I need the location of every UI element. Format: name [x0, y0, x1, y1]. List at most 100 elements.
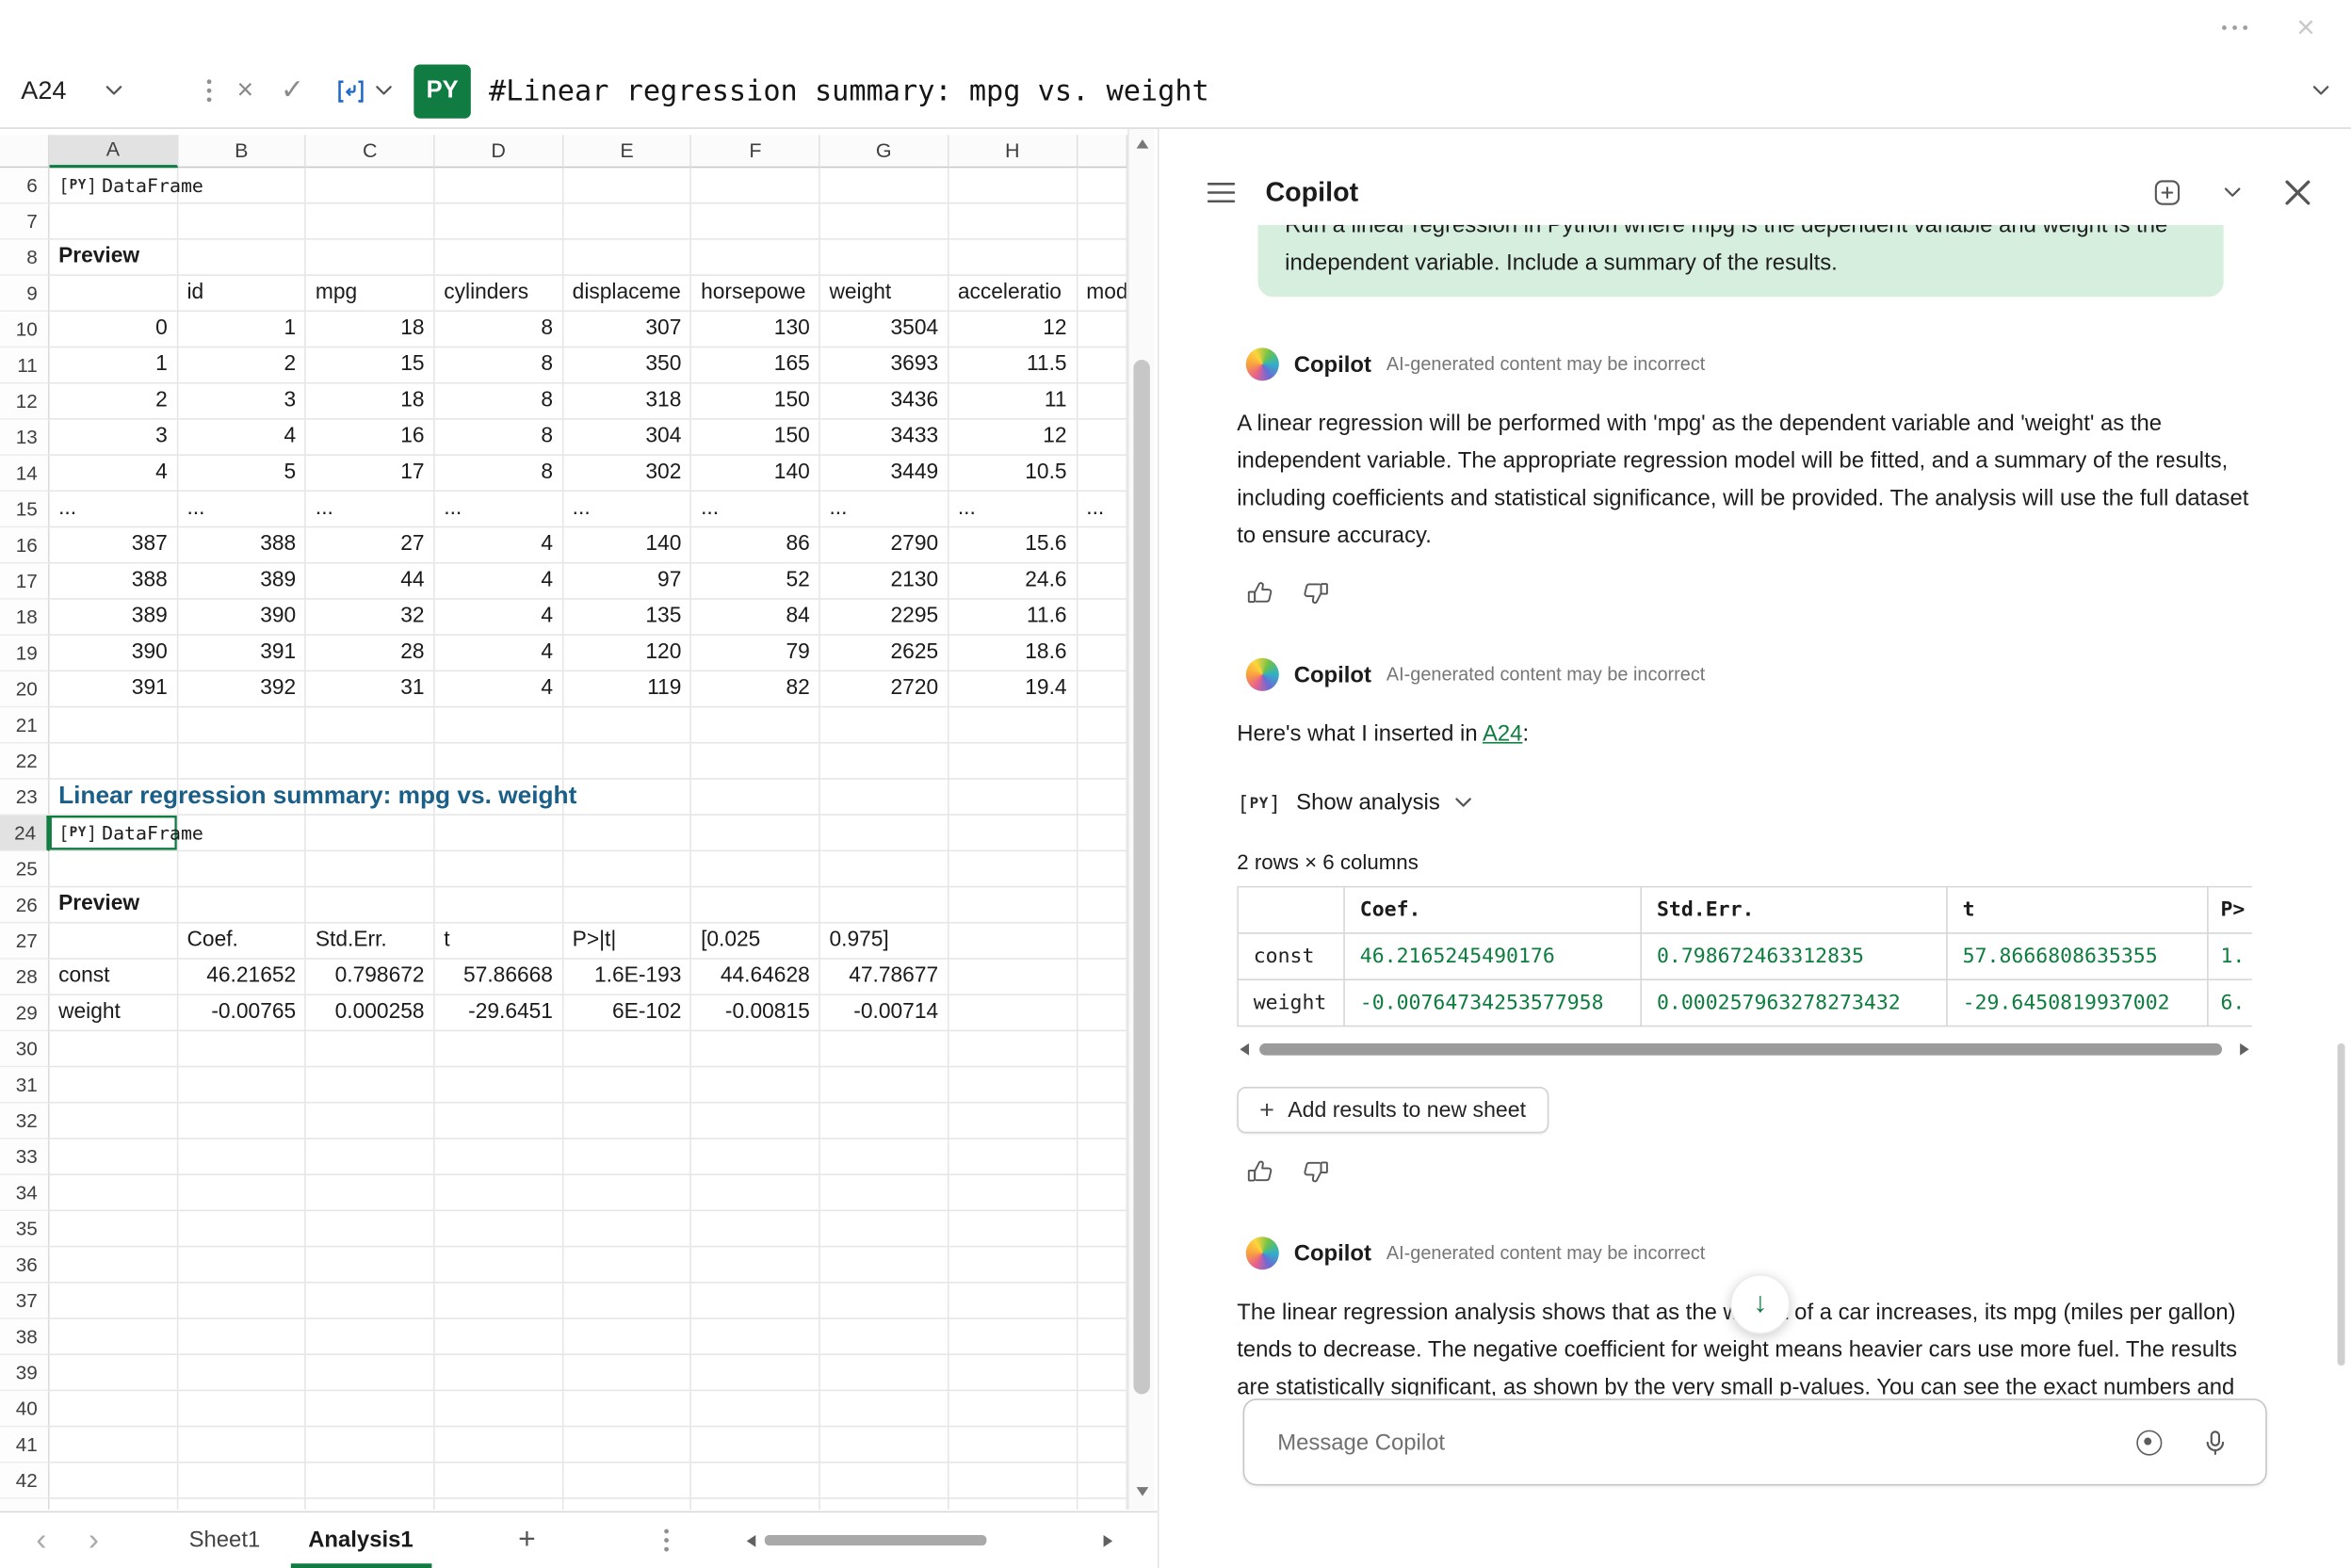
cell-H42[interactable] [949, 1463, 1077, 1499]
cell-G42[interactable] [820, 1463, 949, 1499]
thumbs-down-icon[interactable] [1302, 1157, 1330, 1186]
cell-A43[interactable] [50, 1499, 178, 1510]
cell-C35[interactable] [306, 1211, 434, 1247]
cell-H10[interactable]: 12 [949, 312, 1077, 348]
cell-B18[interactable]: 390 [178, 600, 306, 636]
cell-F20[interactable]: 82 [692, 671, 820, 707]
cell-F17[interactable]: 52 [692, 564, 820, 600]
cell-H38[interactable] [949, 1319, 1077, 1355]
cell-E43[interactable] [563, 1499, 691, 1510]
cell-E39[interactable] [563, 1355, 691, 1391]
cell-B17[interactable]: 389 [178, 564, 306, 600]
cell-B21[interactable] [178, 707, 306, 743]
cell-G31[interactable] [820, 1067, 949, 1103]
row-header-19[interactable]: 19 [0, 636, 50, 671]
cell-B8[interactable] [178, 240, 306, 276]
cell-H41[interactable] [949, 1427, 1077, 1463]
cell-E18[interactable]: 135 [563, 600, 691, 636]
cell-H23[interactable] [949, 780, 1077, 816]
cell-I17[interactable] [1078, 564, 1127, 600]
cell-D14[interactable]: 8 [435, 456, 563, 492]
name-box-dropdown-icon[interactable] [105, 84, 123, 97]
cell-F27[interactable]: [0.025 [692, 924, 820, 960]
cell-F15[interactable]: ... [692, 492, 820, 527]
cell-F41[interactable] [692, 1427, 820, 1463]
scroll-to-bottom-button[interactable]: ↓ [1730, 1274, 1791, 1334]
cell-A7[interactable] [50, 203, 178, 239]
cell-H36[interactable] [949, 1247, 1077, 1283]
enter-icon[interactable]: ✓ [281, 76, 304, 105]
vertical-scrollbar-thumb[interactable] [1133, 360, 1150, 1394]
cell-I29[interactable] [1078, 995, 1127, 1031]
cell-A38[interactable] [50, 1319, 178, 1355]
cell-A8[interactable]: Preview [50, 240, 178, 276]
cell-F33[interactable] [692, 1140, 820, 1175]
cell-H14[interactable]: 10.5 [949, 456, 1077, 492]
cell-C7[interactable] [306, 203, 434, 239]
cell-D39[interactable] [435, 1355, 563, 1391]
cell-B28[interactable]: 46.21652 [178, 960, 306, 995]
cell-F29[interactable]: -0.00815 [692, 995, 820, 1031]
cell-H7[interactable] [949, 203, 1077, 239]
new-chat-icon[interactable] [2153, 178, 2181, 206]
cell-D42[interactable] [435, 1463, 563, 1499]
cell-B16[interactable]: 388 [178, 527, 306, 563]
cell-E7[interactable] [563, 203, 691, 239]
cell-A10[interactable]: 0 [50, 312, 178, 348]
cell-reference-link[interactable]: A24 [1483, 721, 1523, 747]
cell-B27[interactable]: Coef. [178, 924, 306, 960]
cell-F25[interactable] [692, 851, 820, 887]
cell-G10[interactable]: 3504 [820, 312, 949, 348]
cell-G15[interactable]: ... [820, 492, 949, 527]
cell-D13[interactable]: 8 [435, 420, 563, 456]
cell-C18[interactable]: 32 [306, 600, 434, 636]
cell-F11[interactable]: 165 [692, 348, 820, 383]
cell-D36[interactable] [435, 1247, 563, 1283]
cell-G27[interactable]: 0.975] [820, 924, 949, 960]
cell-H30[interactable] [949, 1031, 1077, 1067]
row-header-8[interactable]: 8 [0, 240, 50, 276]
cell-C27[interactable]: Std.Err. [306, 924, 434, 960]
cell-E28[interactable]: 1.6E-193 [563, 960, 691, 995]
cell-C30[interactable] [306, 1031, 434, 1067]
cell-D17[interactable]: 4 [435, 564, 563, 600]
cell-E32[interactable] [563, 1104, 691, 1140]
cell-A27[interactable] [50, 924, 178, 960]
cell-F23[interactable] [692, 780, 820, 816]
cell-G32[interactable] [820, 1104, 949, 1140]
cell-A13[interactable]: 3 [50, 420, 178, 456]
cell-D11[interactable]: 8 [435, 348, 563, 383]
cell-C41[interactable] [306, 1427, 434, 1463]
column-header-E[interactable]: E [563, 135, 691, 168]
scroll-right-icon[interactable] [1104, 1534, 1113, 1546]
cell-I18[interactable] [1078, 600, 1127, 636]
cell-D20[interactable]: 4 [435, 671, 563, 707]
cell-I23[interactable] [1078, 780, 1127, 816]
cell-A40[interactable] [50, 1391, 178, 1427]
table-scrollbar-thumb[interactable] [1259, 1043, 2222, 1056]
column-header-partial[interactable] [1078, 135, 1127, 168]
cell-C17[interactable]: 44 [306, 564, 434, 600]
cell-F31[interactable] [692, 1067, 820, 1103]
cell-E27[interactable]: P>|t| [563, 924, 691, 960]
microphone-icon[interactable] [2201, 1428, 2229, 1456]
cell-E30[interactable] [563, 1031, 691, 1067]
cell-D25[interactable] [435, 851, 563, 887]
cell-D37[interactable] [435, 1284, 563, 1319]
cell-B25[interactable] [178, 851, 306, 887]
row-header-25[interactable]: 25 [0, 851, 50, 887]
cell-H43[interactable] [949, 1499, 1077, 1510]
cell-A35[interactable] [50, 1211, 178, 1247]
cell-H15[interactable]: ... [949, 492, 1077, 527]
cell-E12[interactable]: 318 [563, 384, 691, 420]
cell-E15[interactable]: ... [563, 492, 691, 527]
cell-B26[interactable] [178, 887, 306, 923]
cell-I12[interactable] [1078, 384, 1127, 420]
cell-H17[interactable]: 24.6 [949, 564, 1077, 600]
cell-D28[interactable]: 57.86668 [435, 960, 563, 995]
cell-D34[interactable] [435, 1175, 563, 1211]
cell-B42[interactable] [178, 1463, 306, 1499]
cell-G34[interactable] [820, 1175, 949, 1211]
row-header-15[interactable]: 15 [0, 492, 50, 527]
cell-G8[interactable] [820, 240, 949, 276]
